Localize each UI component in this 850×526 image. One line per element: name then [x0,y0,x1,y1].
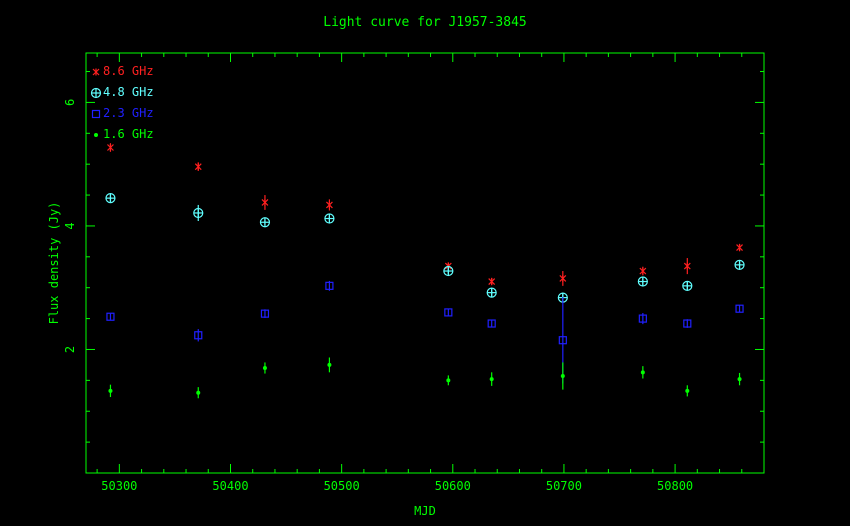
data-point [682,280,693,291]
y-tick-label: 6 [63,99,77,106]
legend-marker [90,87,102,99]
legend-marker [92,68,100,76]
legend-label: 1.6 GHz [103,127,154,141]
data-point [196,390,201,395]
series-1-6-ghz [108,357,742,399]
legend-label: 8.6 GHz [103,64,154,78]
data-point [443,265,454,277]
data-point [193,207,204,219]
y-axis-label: Flux density (Jy) [47,202,61,325]
data-point [639,267,647,275]
legend-label: 4.8 GHz [103,85,154,99]
data-point [685,388,690,393]
legend-label: 2.3 GHz [103,106,154,120]
y-tick-label: 2 [63,346,77,353]
data-point [324,213,335,224]
data-point [259,217,271,228]
x-tick-label: 50400 [212,479,248,493]
series-2-3-ghz [106,280,744,384]
x-tick-label: 50600 [435,479,471,493]
legend: 8.6 GHz 4.8 GHz 2.3 GHz 1.6 GHz [90,64,154,141]
data-point [640,370,645,375]
data-point [637,276,648,287]
data-point [736,244,743,252]
x-tick-label: 50500 [324,479,360,493]
data-point [194,163,202,171]
data-point [486,287,497,298]
data-point [107,144,114,151]
data-point [446,378,451,383]
data-point [489,377,494,382]
data-point [261,198,269,206]
data-point [105,193,116,204]
light-curve-chart: Light curve for J1957-3845 50300 50400 505… [47,15,765,518]
x-tick-label: 50300 [101,479,137,493]
chart-title: Light curve for J1957-3845 [323,15,527,30]
axis-ticks [86,53,765,473]
data-point [737,377,742,382]
x-tick-label: 50800 [657,479,693,493]
data-point [108,388,113,393]
data-point [325,201,333,209]
plot-frame [85,52,765,474]
x-axis-label: MJD [414,504,436,518]
legend-marker [91,109,101,119]
data-point [488,278,496,286]
x-tick-label: 50700 [546,479,582,493]
legend-marker [94,133,98,137]
data-point [683,262,691,270]
axis-tick-labels: 50300 50400 50500 50600 50700 50800 2 4 6 [63,99,693,493]
data-point [560,374,565,379]
series-4-8-ghz [105,193,745,303]
y-tick-label: 4 [63,222,77,229]
data-point [327,362,332,367]
data-point [734,259,745,270]
data-series [105,143,745,399]
data-point [262,366,267,370]
data-point [559,274,567,282]
